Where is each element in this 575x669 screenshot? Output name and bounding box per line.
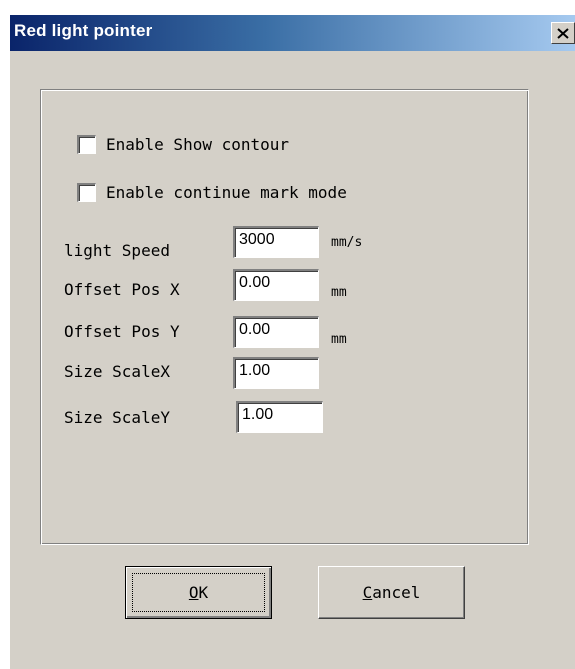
show-contour-label: Enable Show contour (106, 135, 290, 154)
close-icon (557, 27, 569, 39)
continue-mark-checkbox[interactable] (77, 183, 96, 202)
scale-x-label: Size ScaleX (64, 362, 170, 381)
offset-y-label: Offset Pos Y (64, 322, 180, 341)
cancel-button-label: Cancel (362, 583, 421, 602)
offset-x-unit: mm (331, 285, 347, 300)
scale-x-input[interactable]: 1.00 (233, 357, 319, 389)
light-speed-unit: mm/s (331, 235, 363, 250)
ok-button[interactable]: OK (125, 566, 272, 619)
show-contour-option[interactable]: Enable Show contour (77, 135, 289, 154)
title-bar[interactable]: Red light pointer (10, 15, 575, 51)
offset-y-unit: mm (331, 332, 347, 347)
settings-group: Enable Show contour Enable continue mark… (40, 89, 529, 545)
offset-y-input[interactable]: 0.00 (233, 316, 319, 348)
ok-button-label: OK (188, 583, 209, 602)
offset-x-input[interactable]: 0.00 (233, 269, 319, 301)
red-light-pointer-dialog: Red light pointer Enable Show contour En… (9, 14, 575, 669)
continue-mark-label: Enable continue mark mode (106, 183, 347, 202)
scale-y-input[interactable]: 1.00 (236, 401, 323, 433)
show-contour-checkbox[interactable] (77, 135, 96, 154)
light-speed-label: light Speed (64, 241, 170, 260)
close-button[interactable] (551, 22, 575, 44)
cancel-button[interactable]: Cancel (318, 566, 465, 619)
continue-mark-option[interactable]: Enable continue mark mode (77, 183, 347, 202)
light-speed-input[interactable]: 3000 (233, 226, 319, 258)
scale-y-label: Size ScaleY (64, 408, 170, 427)
offset-x-label: Offset Pos X (64, 280, 180, 299)
window-title: Red light pointer (14, 21, 153, 40)
